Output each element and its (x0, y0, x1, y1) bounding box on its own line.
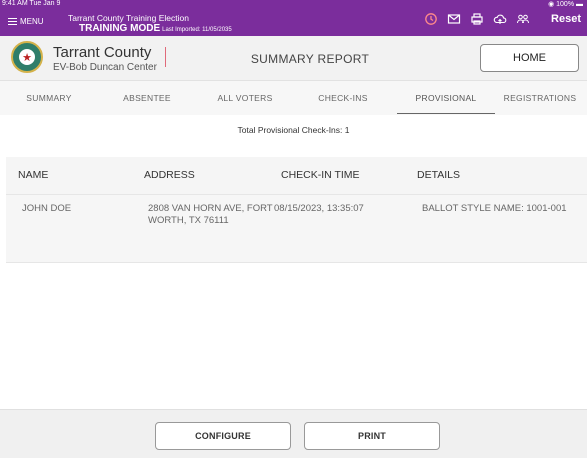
page-header: ★ Tarrant County EV-Bob Duncan Center SU… (0, 36, 587, 81)
column-header-checkin-time: CHECK-IN TIME (281, 169, 360, 181)
provisional-table: NAME ADDRESS CHECK-IN TIME DETAILS JOHN … (6, 157, 587, 263)
cell-details: BALLOT STYLE NAME: 1001-001 (422, 203, 567, 214)
cloud-upload-icon[interactable] (493, 12, 507, 26)
table-row[interactable]: JOHN DOE 2808 VAN HORN AVE, FORT WORTH, … (6, 194, 587, 263)
table-header: NAME ADDRESS CHECK-IN TIME DETAILS (6, 157, 587, 194)
tab-all-voters[interactable]: ALL VOTERS (196, 81, 294, 115)
cell-checkin-time: 08/15/2023, 13:35:07 (274, 203, 364, 214)
tab-summary[interactable]: SUMMARY (0, 81, 98, 115)
reset-button[interactable]: Reset (551, 13, 581, 25)
print-button[interactable]: PRINT (304, 422, 440, 450)
hamburger-icon (8, 16, 17, 27)
location-name: EV-Bob Duncan Center (53, 62, 157, 73)
tab-registrations[interactable]: REGISTRATIONS (493, 81, 587, 115)
cell-name: JOHN DOE (22, 203, 72, 214)
menu-button[interactable]: MENU (8, 16, 44, 27)
status-time: 9:41 AM Tue Jan 9 (2, 0, 61, 7)
total-provisional-count: Total Provisional Check-Ins: 1 (237, 125, 350, 135)
election-title: Tarrant County Training Election (68, 13, 189, 23)
history-icon[interactable] (424, 12, 438, 26)
star-icon: ★ (19, 49, 35, 65)
users-icon[interactable] (516, 12, 530, 26)
header-divider (165, 47, 166, 67)
printer-icon[interactable] (470, 12, 484, 26)
county-seal-logo: ★ (11, 41, 43, 73)
home-button[interactable]: HOME (480, 44, 579, 72)
mode-label: TRAINING MODE (79, 23, 161, 34)
menu-label: MENU (20, 16, 44, 26)
column-header-details: DETAILS (417, 169, 460, 181)
column-header-name: NAME (18, 169, 49, 181)
cell-address: 2808 VAN HORN AVE, FORT WORTH, TX 76111 (148, 203, 273, 227)
last-imported: Last Imported: 11/05/2035 (162, 27, 232, 33)
top-bar: 9:41 AM Tue Jan 9 ◉ 100% ▬ MENU Tarrant … (0, 0, 587, 36)
training-mode-label: TRAINING MODE Last Imported: 11/05/2035 (79, 23, 232, 34)
footer-bar: CONFIGURE PRINT (0, 409, 587, 458)
toolbar-icons (424, 12, 530, 26)
report-tabs: SUMMARY ABSENTEE ALL VOTERS CHECK-INS PR… (0, 81, 587, 115)
county-name: Tarrant County (53, 44, 152, 61)
tab-absentee[interactable]: ABSENTEE (98, 81, 196, 115)
column-header-address: ADDRESS (144, 169, 195, 181)
address-line-1: 2808 VAN HORN AVE, FORT (148, 203, 273, 214)
configure-button[interactable]: CONFIGURE (155, 422, 291, 450)
tab-provisional[interactable]: PROVISIONAL (397, 81, 495, 115)
status-battery: ◉ 100% ▬ (548, 1, 583, 8)
page-title: SUMMARY REPORT (250, 52, 370, 66)
mail-icon[interactable] (447, 12, 461, 26)
address-line-2: WORTH, TX 76111 (148, 215, 229, 226)
tab-check-ins[interactable]: CHECK-INS (294, 81, 392, 115)
